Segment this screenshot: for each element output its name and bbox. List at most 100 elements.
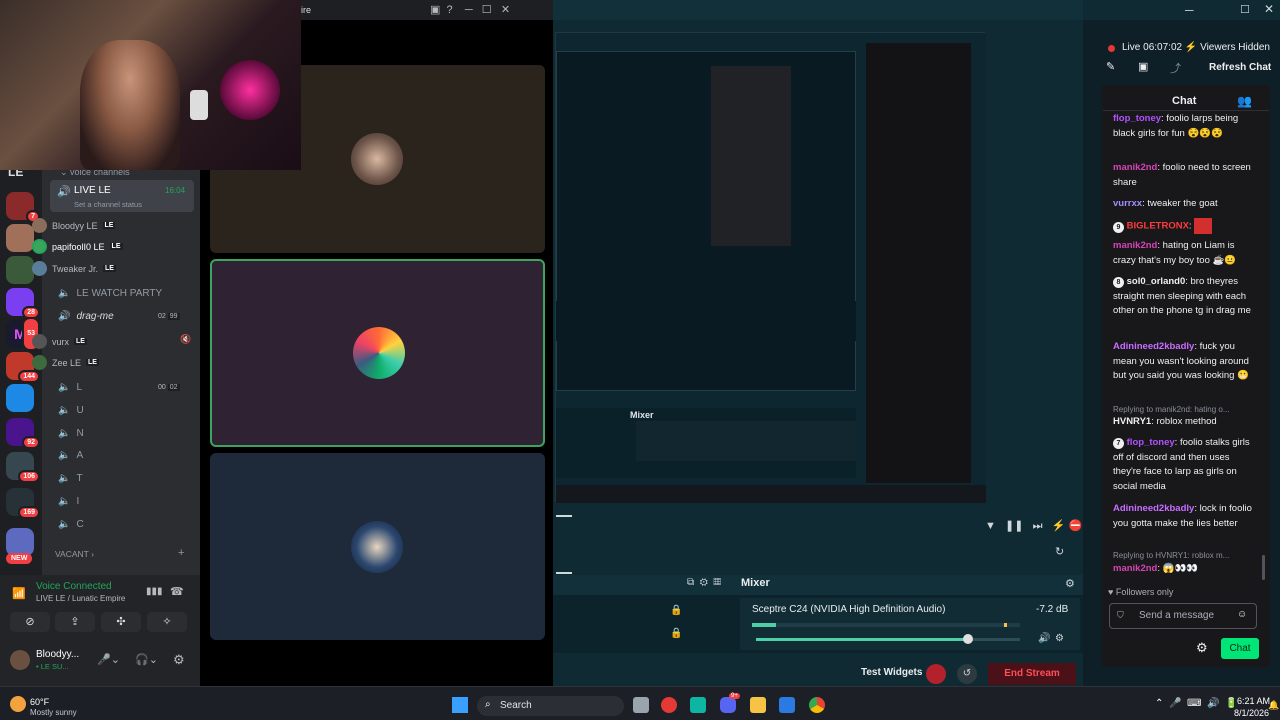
lock-icon-2[interactable]: 🔒 bbox=[670, 628, 682, 639]
voice-status[interactable]: Voice Connected bbox=[36, 581, 112, 592]
server-icon[interactable]: M 53 bbox=[6, 317, 40, 351]
server-icon[interactable] bbox=[6, 528, 34, 556]
replay-button[interactable]: ↺ bbox=[957, 664, 977, 684]
maximize-icon[interactable]: ☐ bbox=[1240, 3, 1250, 16]
chat-user[interactable]: manik2nd bbox=[1113, 162, 1157, 173]
chat-send-button[interactable]: Chat bbox=[1221, 638, 1259, 659]
avatar bbox=[32, 334, 47, 349]
chat-user[interactable]: Adinineed2kbadly bbox=[1113, 341, 1194, 352]
server-icon[interactable]: 28 bbox=[6, 288, 40, 319]
screen-share-button[interactable]: ⇪ bbox=[55, 612, 95, 632]
channel-l[interactable]: 🔈 L bbox=[58, 382, 82, 393]
dock-icons[interactable]: ⧉ ⚙ ▦ bbox=[687, 577, 721, 588]
soundboard-button[interactable]: ✧ bbox=[147, 612, 187, 632]
voice-member[interactable]: Bloodyy LE LE bbox=[32, 218, 116, 233]
headphones-icon[interactable]: 🎧⌄ bbox=[135, 653, 158, 666]
store-icon[interactable] bbox=[779, 697, 795, 713]
chat-user[interactable]: sol0_orland0 bbox=[1127, 276, 1186, 287]
settings-icon[interactable]: ⚙ bbox=[1196, 640, 1208, 656]
users-icon[interactable]: 👥 bbox=[1237, 94, 1252, 108]
chat-user[interactable]: Adinineed2kbadly bbox=[1113, 503, 1194, 514]
clock-time[interactable]: 6:21 AM bbox=[1237, 696, 1270, 706]
window-title: ire bbox=[301, 5, 312, 15]
server-folder[interactable]: 92 bbox=[6, 418, 40, 449]
user-name[interactable]: Bloodyy... bbox=[36, 649, 79, 660]
weather-temp[interactable]: 60°F bbox=[30, 697, 49, 707]
voice-member[interactable]: Tweaker Jr. LE bbox=[32, 261, 116, 276]
new-badge: NEW bbox=[6, 553, 33, 564]
chat-user[interactable]: BIGLETRONX bbox=[1127, 221, 1189, 232]
minimize-icon[interactable]: ─ bbox=[1185, 3, 1194, 17]
channel-a[interactable]: 🔈 A bbox=[58, 450, 83, 461]
clock-date[interactable]: 8/1/2026 bbox=[1234, 708, 1269, 718]
scrollbar[interactable] bbox=[556, 515, 572, 517]
youtube-icon[interactable] bbox=[661, 697, 677, 713]
server-icon[interactable] bbox=[6, 384, 34, 412]
disconnect-icon[interactable]: ☎ bbox=[170, 585, 184, 598]
channel-t[interactable]: 🔈 T bbox=[58, 473, 83, 484]
avatar[interactable] bbox=[10, 650, 30, 670]
channel-watch-party[interactable]: 🔈 LE WATCH PARTY bbox=[58, 288, 162, 299]
speaker-icon[interactable]: 🔊 bbox=[1038, 633, 1050, 644]
channel-u[interactable]: 🔈 U bbox=[58, 405, 84, 416]
server-icon[interactable] bbox=[6, 224, 34, 252]
voice-member[interactable]: vurx LE bbox=[32, 334, 87, 349]
chat-user[interactable]: flop_toney bbox=[1113, 113, 1161, 124]
channel-n[interactable]: 🔈 N bbox=[58, 428, 84, 439]
record-button[interactable] bbox=[926, 664, 946, 684]
chat-user[interactable]: flop_toney bbox=[1127, 437, 1175, 448]
channel-status-hint[interactable]: Set a channel status bbox=[74, 200, 142, 209]
filter-icon[interactable]: ▼ ❚❚ ⏭ ⚡ ⛔ bbox=[985, 519, 1082, 533]
chat-user[interactable]: manik2nd bbox=[1113, 240, 1157, 251]
share-icon[interactable]: ⤴ bbox=[1170, 60, 1181, 76]
scrollbar-2[interactable] bbox=[556, 572, 572, 574]
channel-c[interactable]: 🔈 C bbox=[58, 519, 84, 530]
noise-suppression-icon[interactable]: ▮▮▮ bbox=[146, 586, 163, 597]
server-icon[interactable]: 7 bbox=[6, 192, 40, 223]
obs-icon[interactable] bbox=[690, 697, 706, 713]
user-settings-icon[interactable]: ⚙ bbox=[173, 652, 185, 668]
voice-location[interactable]: LIVE LE / Lunatic Empire bbox=[36, 594, 125, 603]
copy-icon[interactable]: ▣ bbox=[1138, 60, 1148, 73]
edit-icon[interactable]: ✎ bbox=[1106, 60, 1115, 73]
volume-slider-handle[interactable] bbox=[963, 634, 973, 644]
mic-icon[interactable]: 🎤⌄ bbox=[97, 653, 120, 666]
refresh-icon[interactable]: ↻ bbox=[1055, 545, 1064, 558]
category-vacant[interactable]: VACANT › bbox=[55, 549, 94, 559]
chat-user[interactable]: manik2nd bbox=[1113, 563, 1157, 574]
weather-icon[interactable] bbox=[10, 696, 26, 712]
video-tile[interactable] bbox=[210, 453, 545, 640]
task-view-icon[interactable] bbox=[633, 697, 649, 713]
discord-icon[interactable] bbox=[720, 697, 736, 713]
channel-drag-me[interactable]: 🔊 drag-me bbox=[58, 311, 114, 322]
refresh-chat-button[interactable]: Refresh Chat bbox=[1209, 62, 1271, 73]
chat-user[interactable]: vurrxx bbox=[1113, 198, 1142, 209]
start-icon[interactable] bbox=[452, 697, 468, 713]
server-folder[interactable]: 169 bbox=[6, 488, 40, 519]
emote-picker-icon[interactable]: ☺ bbox=[1237, 609, 1247, 620]
close-icon[interactable]: ✕ bbox=[1264, 2, 1274, 16]
end-stream-button[interactable]: End Stream bbox=[988, 663, 1076, 685]
server-icon[interactable]: 144 bbox=[6, 352, 40, 383]
server-folder[interactable]: 106 bbox=[6, 452, 40, 483]
voice-member[interactable]: papifoolI0 LE LE bbox=[32, 239, 123, 254]
channel-i[interactable]: 🔈 I bbox=[58, 496, 79, 507]
add-channel-icon[interactable]: + bbox=[178, 547, 184, 559]
voice-member[interactable]: Zee LE LE bbox=[32, 355, 99, 370]
activities-button[interactable]: ✣ bbox=[101, 612, 141, 632]
signal-icon[interactable]: 📶 bbox=[12, 587, 26, 600]
chrome-icon[interactable] bbox=[809, 697, 825, 713]
file-explorer-icon[interactable] bbox=[750, 697, 766, 713]
server-icon[interactable] bbox=[6, 256, 34, 284]
chat-user[interactable]: HVNRY1 bbox=[1113, 416, 1151, 427]
window-controls[interactable]: ▣ ? ─ ☐ ✕ bbox=[430, 3, 510, 16]
chat-scrollbar[interactable] bbox=[1262, 555, 1265, 580]
gear-icon[interactable]: ⚙ bbox=[1065, 577, 1075, 590]
camera-off-button[interactable]: ⊘ bbox=[10, 612, 50, 632]
lock-icon[interactable]: 🔒 bbox=[670, 605, 682, 616]
video-tile-speaking[interactable] bbox=[210, 259, 545, 447]
tray-icons[interactable]: ⌃ 🎤 ⌨ 🔊 🔋 bbox=[1155, 698, 1237, 709]
live-dot bbox=[1108, 45, 1115, 52]
notification-icon[interactable]: 🔔 bbox=[1268, 700, 1279, 711]
gear-icon-2[interactable]: ⚙ bbox=[1055, 633, 1064, 644]
